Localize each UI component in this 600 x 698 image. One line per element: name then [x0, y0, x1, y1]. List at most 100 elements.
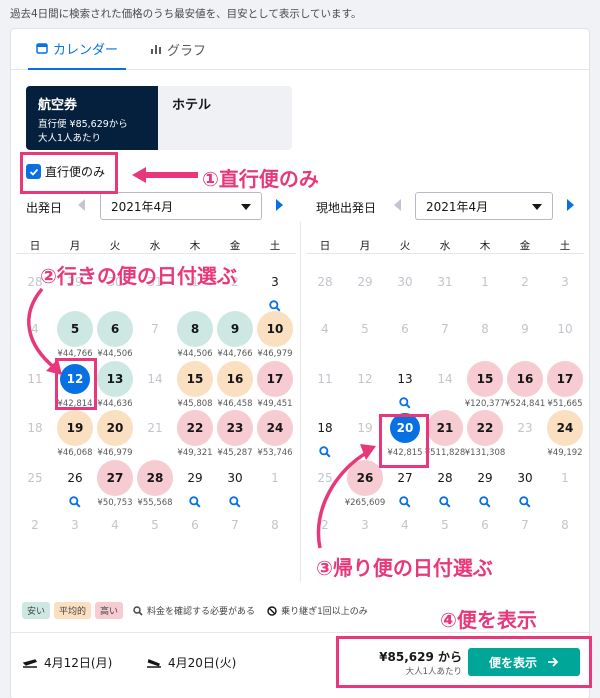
plane-takeoff-icon [22, 658, 38, 668]
calendar-day: 31 [437, 275, 453, 289]
calendar-day: 5 [441, 518, 449, 532]
depart-label: 出発日 [26, 201, 63, 215]
calendar-day: 14 [437, 372, 453, 386]
flights-type-tab[interactable]: 航空券 直行便 ¥85,629から 大人1人あたり [26, 86, 158, 150]
return-next-month-icon[interactable] [567, 199, 574, 211]
calendar-day[interactable]: 27 [97, 460, 133, 496]
annotation-box-depart [55, 358, 97, 410]
tab-calendar[interactable]: カレンダー [28, 28, 127, 70]
calendar-icon [36, 43, 48, 54]
calendar-day: 8 [271, 518, 279, 532]
depart-month-value: 2021年4月 [111, 199, 174, 214]
return-weekday-header: 日月火水木金土 [306, 222, 584, 254]
weekday-label: 火 [109, 240, 121, 252]
calendar-day[interactable]: 17 [547, 361, 583, 397]
calendar-day[interactable]: 23 [217, 410, 253, 446]
calendar-day[interactable]: 15 [467, 361, 503, 397]
calendar-day[interactable]: 29 [467, 460, 503, 496]
weekday-label: 土 [269, 240, 281, 252]
legend-cheap: 安い [22, 602, 51, 619]
calendar-day: 2 [521, 275, 529, 289]
calendar-day[interactable]: 30 [217, 460, 253, 496]
depart-caret-icon [241, 204, 251, 210]
annotation-arrow-up-icon [316, 444, 376, 549]
return-label: 現地出発日 [316, 201, 377, 215]
calendar-day[interactable]: 15 [177, 361, 213, 397]
calendar-day: 18 [27, 421, 43, 435]
calendar-day[interactable]: 8 [177, 311, 213, 347]
calendar-day[interactable]: 22 [177, 410, 213, 446]
calendar-day: 4 [321, 322, 329, 336]
depart-month-select[interactable]: 2021年4月 [100, 192, 262, 220]
flights-type-per: 大人1人あたり [38, 133, 102, 144]
calendar-day[interactable]: 28 [427, 460, 463, 496]
weekday-label: 土 [559, 240, 571, 252]
calendar-day[interactable]: 24 [547, 410, 583, 446]
hotels-type-tab[interactable]: ホテル [158, 86, 292, 150]
calendar-day[interactable]: 19 [57, 410, 93, 446]
calendar-day[interactable]: 13 [387, 361, 423, 397]
calendar-day: 7 [441, 322, 449, 336]
day-price: ¥51,665 [547, 399, 583, 409]
annotation-box-show [336, 636, 592, 688]
return-caret-icon [532, 204, 542, 210]
weekday-label: 月 [359, 240, 371, 252]
calendar-day[interactable]: 17 [257, 361, 293, 397]
calendar-day[interactable]: 13 [97, 361, 133, 397]
calendar-day[interactable]: 16 [507, 361, 543, 397]
calendar-day: 6 [401, 322, 409, 336]
calendar-day: 8 [561, 518, 569, 532]
weekday-label: 火 [399, 240, 411, 252]
calendar-day[interactable]: 22 [467, 410, 503, 446]
view-tabs: カレンダー グラフ [10, 28, 590, 70]
legend-high: 高い [95, 602, 124, 619]
calendar-day[interactable]: 24 [257, 410, 293, 446]
legend-transfer: 乗り継ぎ1回以上のみ [281, 607, 368, 617]
return-month-select[interactable]: 2021年4月 [415, 192, 553, 220]
outbound-date: 4月12日(月) [22, 654, 112, 671]
day-price: ¥53,746 [257, 448, 293, 458]
calendar-day[interactable]: 20 [97, 410, 133, 446]
return-prev-month-icon[interactable] [394, 199, 401, 211]
calendar-day[interactable]: 30 [507, 460, 543, 496]
calendar-day: 12 [357, 372, 373, 386]
return-date-text: 4月20日(火) [168, 656, 237, 670]
calendar-day[interactable]: 9 [217, 311, 253, 347]
calendar-day[interactable]: 16 [217, 361, 253, 397]
day-price: ¥46,979 [257, 349, 293, 359]
calendar-day[interactable]: 10 [257, 311, 293, 347]
calendar-day: 6 [481, 518, 489, 532]
calendar-day: 2 [31, 518, 39, 532]
calendar-day: 3 [561, 275, 569, 289]
annotation-box-return [379, 414, 429, 468]
tab-graph-label: グラフ [167, 43, 207, 59]
calendar-day: 7 [151, 322, 159, 336]
depart-prev-month-icon[interactable] [78, 199, 85, 211]
price-notice: 過去4日間に検索された価格のうち最安値を、目安として表示しています。 [10, 8, 362, 20]
calendar-day[interactable]: 21 [427, 410, 463, 446]
depart-next-month-icon[interactable] [276, 199, 283, 211]
weekday-label: 水 [149, 240, 161, 252]
calendar-day: 1 [561, 471, 569, 485]
calendar-day: 5 [151, 518, 159, 532]
return-month-value: 2021年4月 [426, 199, 489, 214]
depart-weekday-header: 日月火水木金土 [16, 222, 296, 254]
calendar-day: 23 [517, 421, 533, 435]
search-icon[interactable] [399, 397, 411, 409]
calendar-day: 5 [361, 322, 369, 336]
calendar-day: 1 [271, 471, 279, 485]
calendar-day[interactable]: 26 [57, 460, 93, 496]
calendar-day[interactable]: 3 [257, 264, 293, 300]
calendar-day[interactable]: 28 [137, 460, 173, 496]
calendar-day: 4 [401, 518, 409, 532]
calendar-day[interactable]: 29 [177, 460, 213, 496]
tab-graph[interactable]: グラフ [142, 28, 214, 70]
annotation-step4: ④便を表示 [440, 608, 537, 632]
day-price: ¥49,192 [547, 448, 583, 458]
bar-chart-icon [151, 45, 161, 54]
calendar-day[interactable]: 6 [97, 311, 133, 347]
calendar-day: 14 [147, 372, 163, 386]
calendar-day: 4 [111, 518, 119, 532]
calendar-day: 3 [71, 518, 79, 532]
calendar-day: 7 [231, 518, 239, 532]
